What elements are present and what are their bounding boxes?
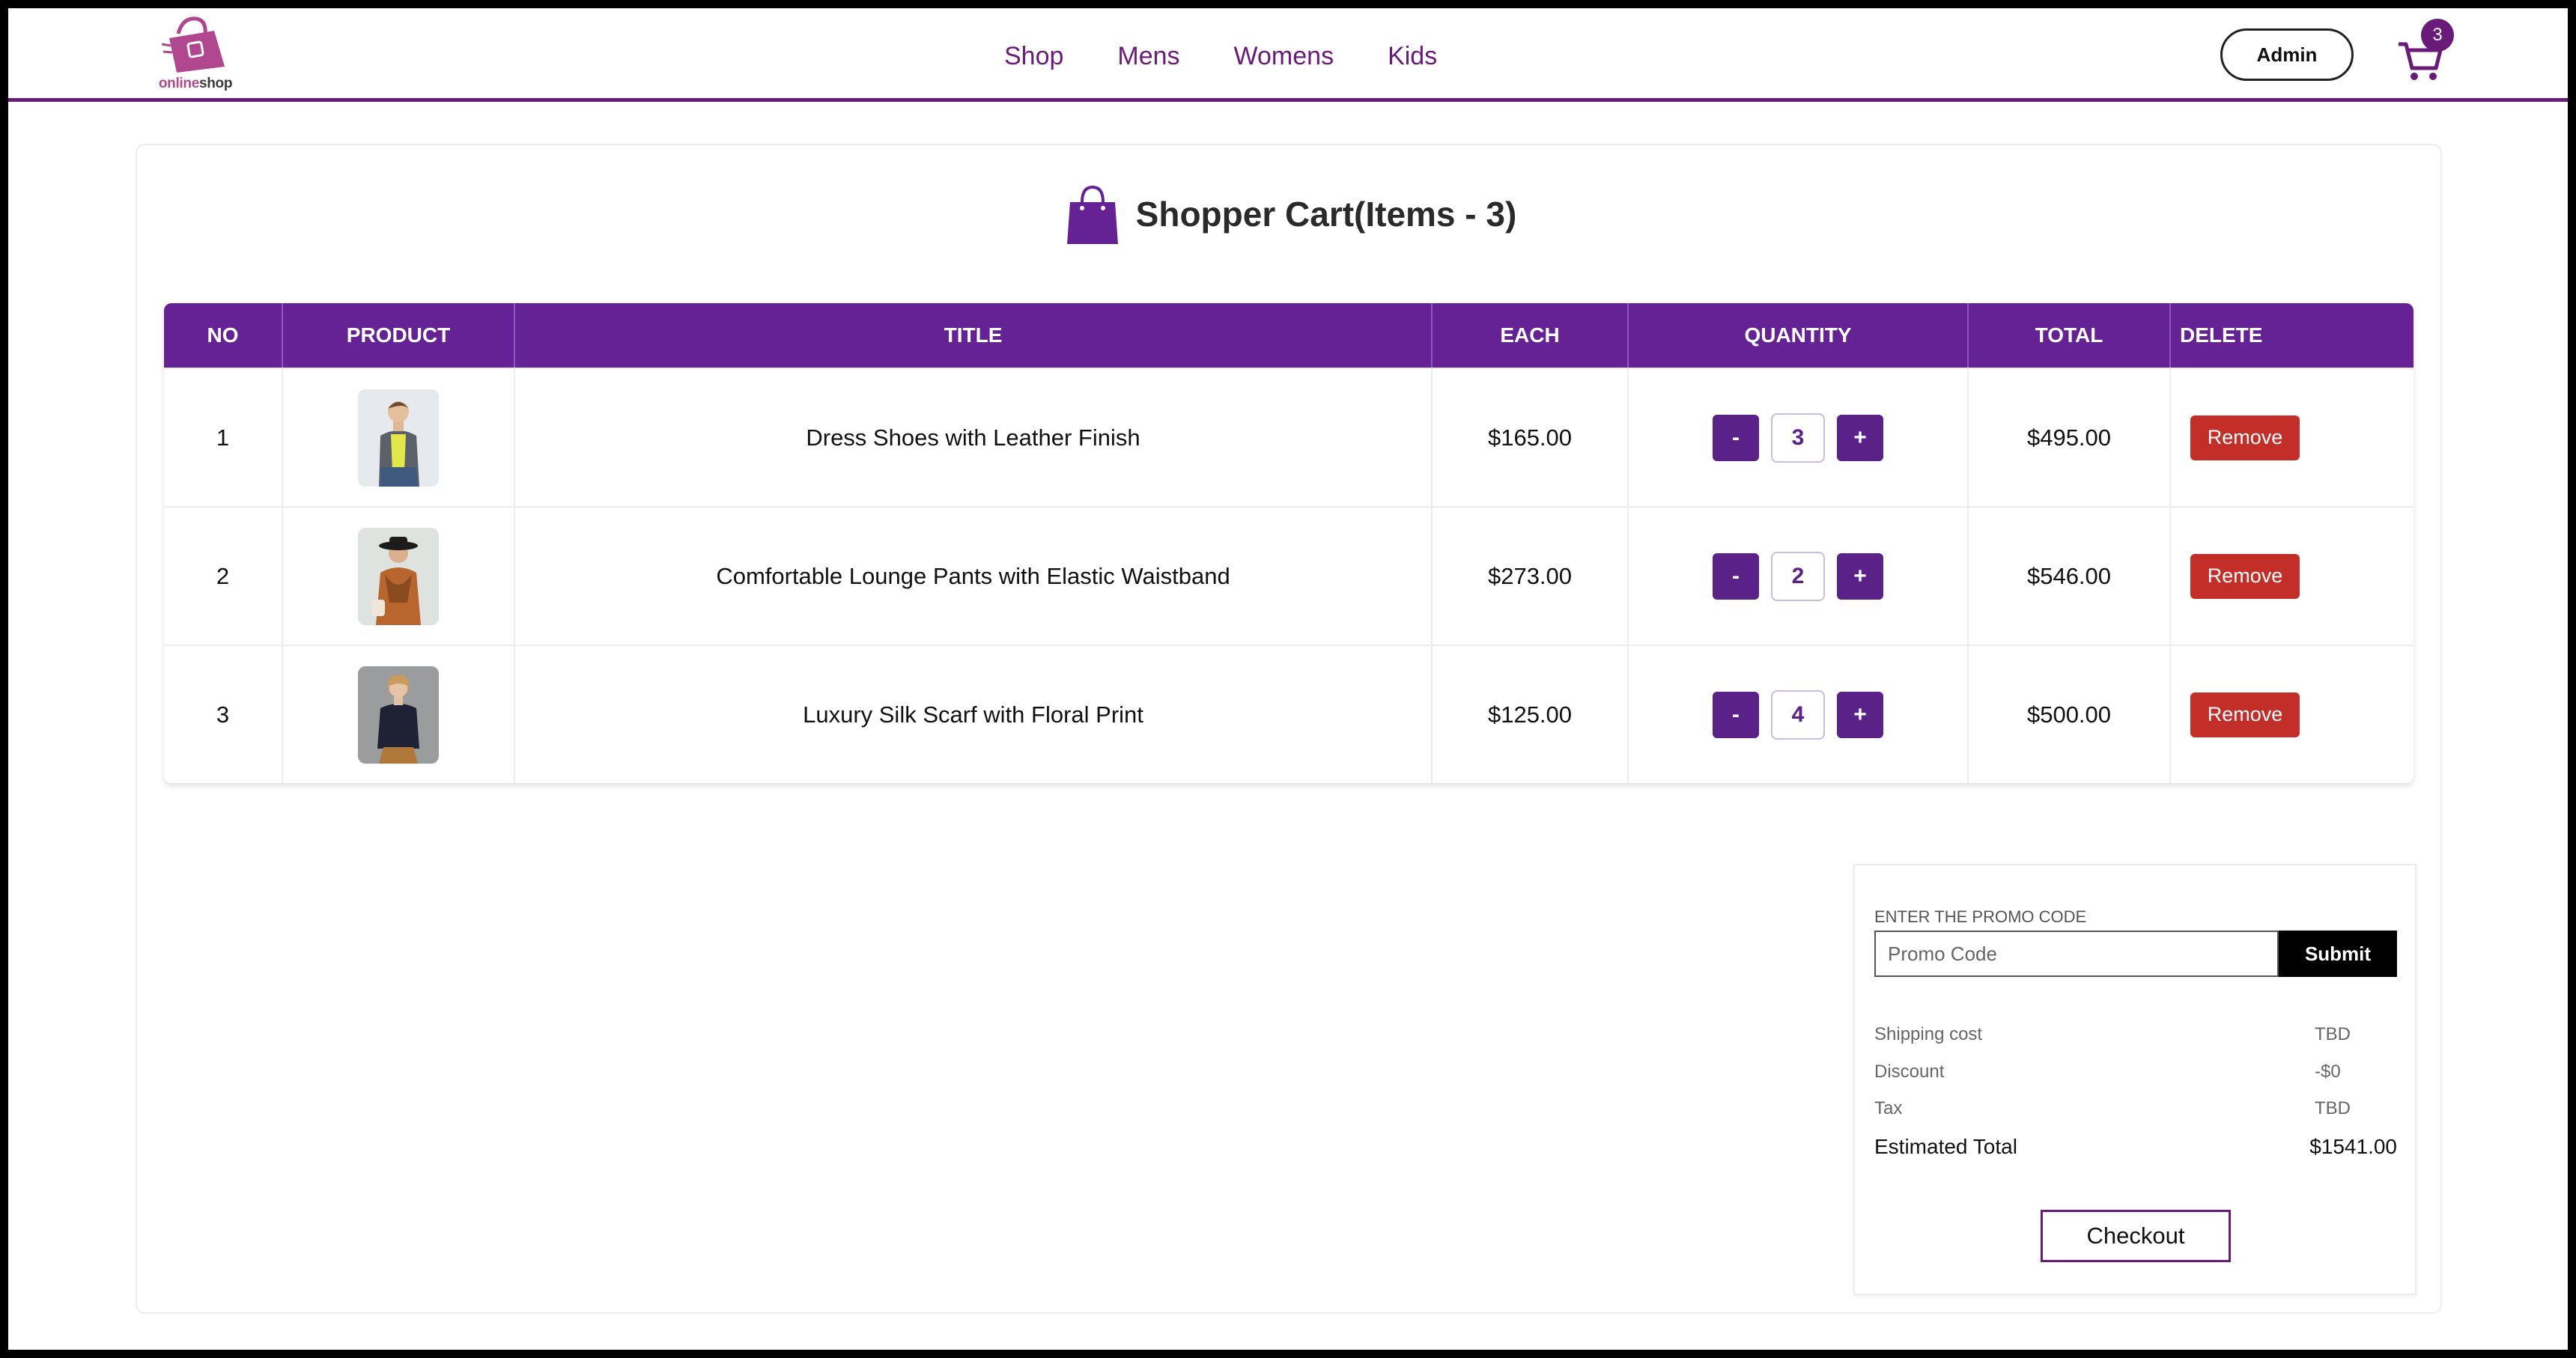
estimated-total-value: $1541.00 bbox=[2309, 1135, 2397, 1158]
quantity-cell: - 2 + bbox=[1629, 506, 1969, 645]
product-cell bbox=[283, 645, 515, 783]
col-header-quantity: QUANTITY bbox=[1629, 303, 1969, 368]
shopping-bag-logo-icon bbox=[162, 16, 225, 73]
product-image[interactable] bbox=[358, 389, 439, 487]
col-header-total: TOTAL bbox=[1969, 303, 2171, 368]
unit-price: $125.00 bbox=[1433, 645, 1629, 783]
row-number: 1 bbox=[164, 368, 283, 506]
product-title: Luxury Silk Scarf with Floral Print bbox=[515, 645, 1433, 783]
shipping-value: TBD bbox=[2315, 1024, 2351, 1044]
quantity-stepper: - 2 + bbox=[1629, 551, 1967, 601]
delete-cell: Remove bbox=[2171, 506, 2414, 645]
promo-code-input[interactable] bbox=[1874, 931, 2279, 977]
shipping-label: Shipping cost bbox=[1874, 1024, 1983, 1044]
unit-price: $273.00 bbox=[1433, 506, 1629, 645]
tax-row: Tax TBD bbox=[1874, 1098, 2397, 1119]
product-title: Comfortable Lounge Pants with Elastic Wa… bbox=[515, 506, 1433, 645]
cart-title-row: Shopper Cart(Items - 3) bbox=[137, 183, 2443, 246]
checkout-button[interactable]: Checkout bbox=[2041, 1210, 2231, 1262]
table-row: 1 Dress Shoes with Leather Finish $165.0… bbox=[164, 368, 2414, 506]
col-header-delete: DELETE bbox=[2171, 303, 2414, 368]
quantity-cell: - 3 + bbox=[1629, 368, 1969, 506]
estimated-total-label: Estimated Total bbox=[1874, 1135, 2017, 1158]
tax-label: Tax bbox=[1874, 1098, 1903, 1118]
quantity-stepper: - 3 + bbox=[1629, 412, 1967, 463]
row-number: 3 bbox=[164, 645, 283, 783]
line-total: $500.00 bbox=[1969, 645, 2171, 783]
tax-value: TBD bbox=[2315, 1098, 2351, 1118]
col-header-no: NO bbox=[164, 303, 283, 368]
line-total: $495.00 bbox=[1969, 368, 2171, 506]
discount-value: -$0 bbox=[2315, 1062, 2341, 1082]
nav-womens[interactable]: Womens bbox=[1234, 42, 1334, 71]
quantity-cell: - 4 + bbox=[1629, 645, 1969, 783]
site-logo[interactable]: onlineshop bbox=[147, 13, 244, 95]
product-title: Dress Shoes with Leather Finish bbox=[515, 368, 1433, 506]
row-number: 2 bbox=[164, 506, 283, 645]
remove-button[interactable]: Remove bbox=[2190, 692, 2300, 737]
logo-text: onlineshop bbox=[147, 76, 244, 92]
nav-shop[interactable]: Shop bbox=[1004, 42, 1063, 71]
remove-button[interactable]: Remove bbox=[2190, 415, 2300, 460]
main-nav: Shop Mens Womens Kids bbox=[1004, 42, 1437, 71]
product-image[interactable] bbox=[358, 527, 439, 625]
shipping-row: Shipping cost TBD bbox=[1874, 1024, 2397, 1045]
quantity-stepper: - 4 + bbox=[1629, 689, 1967, 740]
product-image[interactable] bbox=[358, 666, 439, 764]
order-summary: ENTER THE PROMO CODE Submit Shipping cos… bbox=[1853, 864, 2416, 1295]
delete-cell: Remove bbox=[2171, 368, 2414, 506]
col-header-each: EACH bbox=[1433, 303, 1629, 368]
col-header-product: PRODUCT bbox=[283, 303, 515, 368]
increase-quantity-button[interactable]: + bbox=[1837, 552, 1883, 600]
quantity-value: 2 bbox=[1771, 551, 1825, 601]
promo-submit-button[interactable]: Submit bbox=[2279, 931, 2397, 977]
decrease-quantity-button[interactable]: - bbox=[1713, 552, 1759, 600]
unit-price: $165.00 bbox=[1433, 368, 1629, 506]
admin-button[interactable]: Admin bbox=[2220, 28, 2354, 81]
product-cell bbox=[283, 506, 515, 645]
table-header-row: NO PRODUCT TITLE EACH QUANTITY TOTAL DEL… bbox=[164, 303, 2414, 368]
nav-kids[interactable]: Kids bbox=[1388, 42, 1437, 71]
promo-label: ENTER THE PROMO CODE bbox=[1874, 907, 2087, 926]
site-header: onlineshop Shop Mens Womens Kids Admin 3 bbox=[8, 8, 2568, 102]
cart-card: Shopper Cart(Items - 3) NO PRODUCT TITLE… bbox=[136, 144, 2442, 1314]
estimated-total-row: Estimated Total $1541.00 bbox=[1874, 1135, 2397, 1159]
cart-count-badge: 3 bbox=[2421, 19, 2454, 52]
increase-quantity-button[interactable]: + bbox=[1837, 414, 1883, 461]
increase-quantity-button[interactable]: + bbox=[1837, 691, 1883, 738]
table-row: 2 Comfortable Lounge Pants with Elastic … bbox=[164, 506, 2414, 645]
logo-text-shop: shop bbox=[198, 76, 233, 91]
quantity-value: 4 bbox=[1771, 689, 1825, 740]
cart-table: NO PRODUCT TITLE EACH QUANTITY TOTAL DEL… bbox=[164, 303, 2414, 783]
decrease-quantity-button[interactable]: - bbox=[1713, 414, 1759, 461]
nav-mens[interactable]: Mens bbox=[1117, 42, 1179, 71]
browser-viewport: onlineshop Shop Mens Womens Kids Admin 3… bbox=[8, 8, 2568, 1350]
quantity-value: 3 bbox=[1771, 412, 1825, 463]
delete-cell: Remove bbox=[2171, 645, 2414, 783]
discount-row: Discount -$0 bbox=[1874, 1062, 2397, 1083]
shopping-bag-icon bbox=[1066, 185, 1118, 244]
discount-label: Discount bbox=[1874, 1062, 1945, 1082]
table-row: 3 Luxury Silk Scarf with Floral Print $1… bbox=[164, 645, 2414, 783]
product-cell bbox=[283, 368, 515, 506]
line-total: $546.00 bbox=[1969, 506, 2171, 645]
decrease-quantity-button[interactable]: - bbox=[1713, 691, 1759, 738]
col-header-title: TITLE bbox=[515, 303, 1433, 368]
logo-text-online: online bbox=[158, 76, 199, 91]
remove-button[interactable]: Remove bbox=[2190, 553, 2300, 599]
cart-title: Shopper Cart(Items - 3) bbox=[1135, 195, 1517, 234]
